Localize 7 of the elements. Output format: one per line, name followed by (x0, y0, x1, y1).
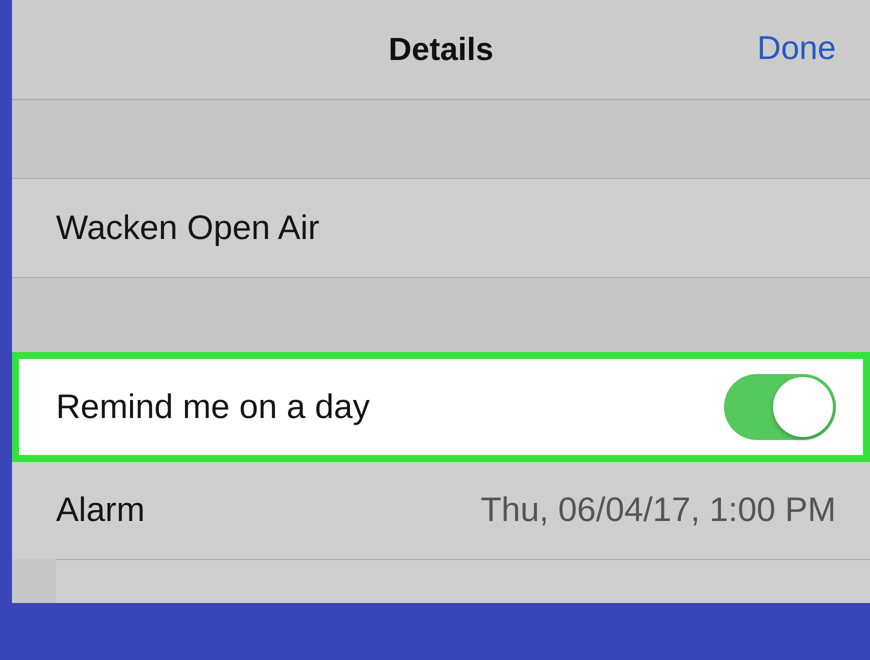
list-row[interactable] (56, 559, 870, 603)
done-button[interactable]: Done (757, 29, 836, 67)
nav-title: Details (388, 31, 494, 68)
reminder-label: Remind me on a day (56, 388, 370, 426)
alarm-value[interactable]: Thu, 06/04/17, 1:00 PM (480, 491, 836, 530)
alarm-label: Alarm (56, 491, 145, 530)
title-field[interactable]: Wacken Open Air (56, 208, 320, 248)
